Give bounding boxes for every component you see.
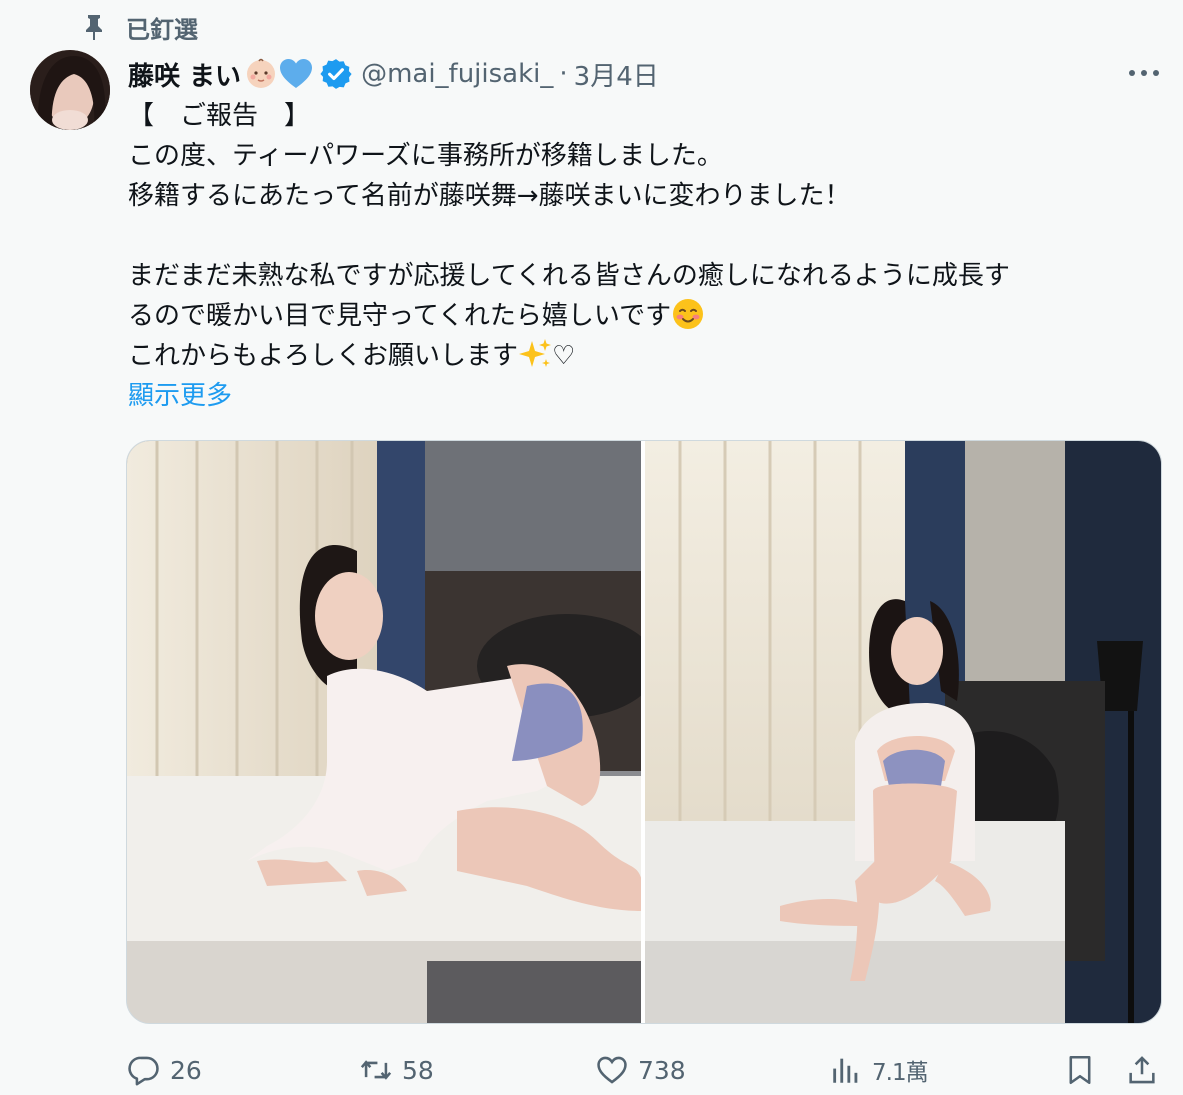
- more-options-icon[interactable]: [1124, 58, 1164, 88]
- action-bar: 26 58 738 7.1萬: [0, 1046, 1183, 1094]
- sparkles-emoji-icon: [518, 337, 552, 371]
- like-button[interactable]: 738: [594, 1046, 686, 1094]
- pinned-label: 已釘選: [126, 15, 198, 44]
- reply-button[interactable]: 26: [126, 1046, 202, 1094]
- tweet-line: まだまだ未熟な私ですが応援してくれる皆さんの癒しになれるように成長す: [128, 261, 1010, 291]
- tweet-line: 【 ご報告 】: [128, 101, 311, 131]
- share-icon: [1124, 1052, 1160, 1088]
- retweet-button[interactable]: 58: [358, 1046, 434, 1094]
- tweet-line-text: これからもよろしくお願いします: [128, 341, 519, 371]
- bookmark-button[interactable]: [1062, 1046, 1106, 1094]
- reply-icon: [126, 1052, 162, 1088]
- separator-dot: ·: [559, 59, 568, 89]
- show-more-link[interactable]: 顯示更多: [128, 376, 232, 416]
- display-name[interactable]: 藤咲 まい: [128, 56, 241, 93]
- verified-badge-icon[interactable]: [319, 57, 353, 91]
- tweet-header: 藤咲 まい @mai_fujisaki_ · 3月4日: [128, 54, 659, 94]
- smiling-blush-emoji-icon: [671, 297, 705, 331]
- bookmark-icon: [1062, 1052, 1098, 1088]
- tweet-line: 移籍するにあたって名前が藤咲舞→藤咲まいに変わりました！: [128, 181, 851, 211]
- tweet-line-text: るので暖かい目で見守ってくれたら嬉しいです: [128, 301, 672, 331]
- avatar[interactable]: [30, 50, 110, 130]
- retweet-icon: [358, 1052, 394, 1088]
- like-count: 738: [638, 1055, 686, 1085]
- blue-heart-icon: [279, 58, 313, 90]
- post-date[interactable]: 3月4日: [574, 56, 659, 93]
- baby-emoji-icon: [245, 58, 277, 90]
- heart-icon: [594, 1052, 630, 1088]
- pinned-indicator: 已釘選: [80, 10, 198, 44]
- analytics-icon: [828, 1052, 864, 1088]
- share-button[interactable]: [1124, 1046, 1168, 1094]
- user-handle[interactable]: @mai_fujisaki_: [361, 59, 553, 89]
- tweet-line: この度、ティーパワーズに事務所が移籍しました。: [128, 141, 723, 171]
- tweet-line-with-emoji: るので暖かい目で見守ってくれたら嬉しいです: [128, 296, 1168, 336]
- views-button[interactable]: 7.1萬: [828, 1046, 929, 1094]
- tweet-line-with-emoji: これからもよろしくお願いします ♡: [128, 336, 1168, 376]
- media-grid: [126, 440, 1162, 1024]
- retweet-count: 58: [402, 1055, 434, 1085]
- pin-icon: [80, 13, 108, 41]
- reply-count: 26: [170, 1055, 202, 1085]
- view-count: 7.1萬: [872, 1060, 929, 1086]
- photo-2[interactable]: [645, 441, 1161, 1023]
- heart-symbol: ♡: [552, 341, 576, 371]
- photo-1[interactable]: [127, 441, 641, 1023]
- tweet-text: 【 ご報告 】 この度、ティーパワーズに事務所が移籍しました。 移籍するにあたっ…: [128, 96, 1168, 376]
